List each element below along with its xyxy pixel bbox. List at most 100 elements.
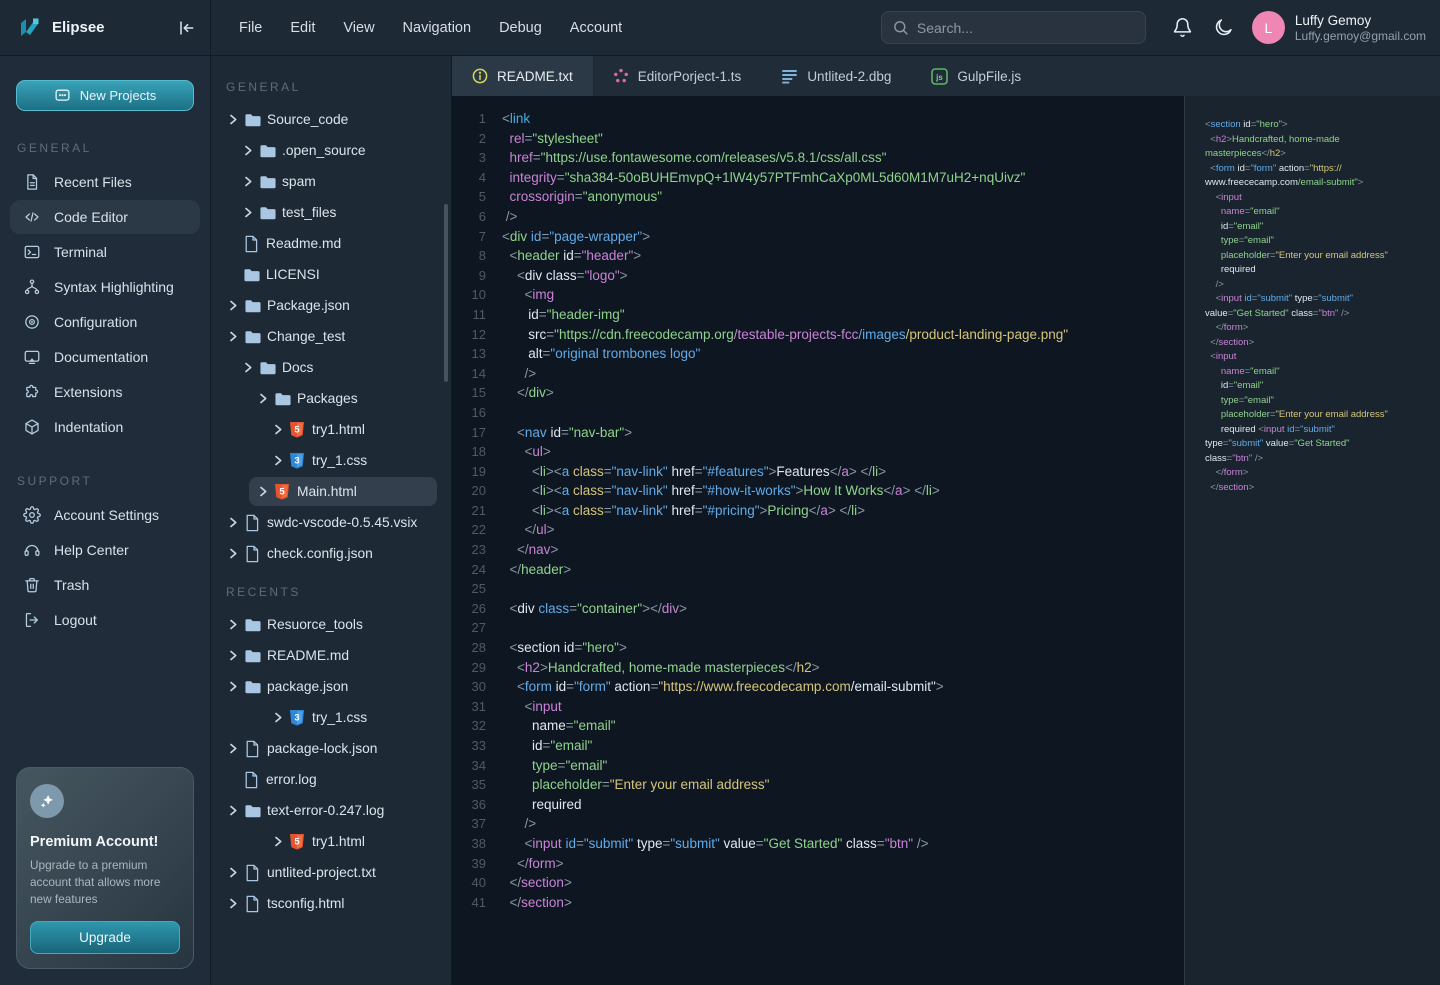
- code-line-content: id="header-img": [502, 305, 625, 325]
- tree-item-tsconfig-html[interactable]: tsconfig.html: [211, 888, 451, 919]
- chevron-right-icon[interactable]: [274, 836, 289, 847]
- code-line: 24 </header>: [452, 560, 1184, 580]
- tree-item-swdc-vscode-0-5-45-vsix[interactable]: swdc-vscode-0.5.45.vsix: [211, 507, 451, 538]
- extensions-icon: [23, 383, 41, 401]
- search-box[interactable]: [881, 11, 1146, 44]
- tree-item-try1-html[interactable]: 5try1.html: [211, 414, 451, 445]
- tab-untlited-2-dbg[interactable]: Untlited-2.dbg: [761, 56, 911, 96]
- tab-readme-txt[interactable]: README.txt: [452, 56, 593, 96]
- sidebar-item-configuration[interactable]: Configuration: [10, 305, 200, 339]
- code-line-content: <section id="hero">: [502, 638, 627, 658]
- chevron-right-icon[interactable]: [229, 743, 244, 754]
- tree-item-source-code[interactable]: Source_code: [211, 104, 451, 135]
- code-editor-pane[interactable]: 1<link2 rel="stylesheet"3 href="https://…: [452, 96, 1184, 985]
- sidebar-item-trash[interactable]: Trash: [10, 568, 200, 602]
- line-number: 16: [452, 403, 486, 423]
- sidebar-item-extensions[interactable]: Extensions: [10, 375, 200, 409]
- sidebar-item-indentation[interactable]: Indentation: [10, 410, 200, 444]
- chevron-right-icon[interactable]: [229, 114, 244, 125]
- chevron-right-icon[interactable]: [229, 619, 244, 630]
- chevron-right-icon[interactable]: [229, 867, 244, 878]
- tree-item-licensi[interactable]: LICENSI: [211, 259, 451, 290]
- menu-item-view[interactable]: View: [343, 20, 374, 36]
- chevron-right-icon[interactable]: [229, 898, 244, 909]
- tree-item-change-test[interactable]: Change_test: [211, 321, 451, 352]
- code-line: 32 name="email": [452, 716, 1184, 736]
- tree-item-package-json[interactable]: Package.json: [211, 290, 451, 321]
- tree-item-resuorce-tools[interactable]: Resuorce_tools: [211, 609, 451, 640]
- tree-item-package-lock-json[interactable]: package-lock.json: [211, 733, 451, 764]
- minimap-line: <form id="form" action="https://: [1205, 162, 1440, 177]
- line-number: 17: [452, 423, 486, 443]
- file-icon: [244, 864, 265, 882]
- code-line-content: />: [502, 207, 517, 227]
- chevron-right-icon[interactable]: [229, 300, 244, 311]
- chevron-right-icon[interactable]: [274, 712, 289, 723]
- menu-item-account[interactable]: Account: [570, 20, 622, 36]
- tree-item-label: Main.html: [297, 484, 357, 499]
- chevron-right-icon[interactable]: [229, 331, 244, 342]
- chevron-right-icon[interactable]: [244, 176, 259, 187]
- chevron-right-icon[interactable]: [274, 424, 289, 435]
- tree-item-test-files[interactable]: test_files: [211, 197, 451, 228]
- chevron-right-icon[interactable]: [229, 681, 244, 692]
- sparkle-icon: [30, 784, 64, 818]
- sidebar-item-terminal[interactable]: Terminal: [10, 235, 200, 269]
- menu-item-file[interactable]: File: [239, 20, 262, 36]
- upgrade-button[interactable]: Upgrade: [30, 921, 180, 954]
- minimap[interactable]: <section id="hero"> <h2>Handcrafted, hom…: [1184, 96, 1440, 985]
- chevron-right-icon[interactable]: [244, 362, 259, 373]
- user-account-chip[interactable]: L Luffy Gemoy Luffy.gemoy@gmail.com: [1252, 11, 1426, 44]
- tree-item-docs[interactable]: Docs: [211, 352, 451, 383]
- tree-item-readme-md[interactable]: Readme.md: [211, 228, 451, 259]
- sidebar-item-recent-files[interactable]: Recent Files: [10, 165, 200, 199]
- new-projects-button[interactable]: New Projects: [16, 80, 194, 111]
- app-logo-icon: [16, 15, 42, 41]
- tree-item-untlited-project-txt[interactable]: untlited-project.txt: [211, 857, 451, 888]
- chevron-right-icon[interactable]: [229, 650, 244, 661]
- sidebar-item-account-settings[interactable]: Account Settings: [10, 498, 200, 532]
- tree-item-try-1-css[interactable]: 3try_1.css: [211, 702, 451, 733]
- search-input[interactable]: [917, 20, 1117, 36]
- sidebar-item-logout[interactable]: Logout: [10, 603, 200, 637]
- tree-item-text-error-0-247-log[interactable]: text-error-0.247.log: [211, 795, 451, 826]
- chevron-right-icon[interactable]: [229, 517, 244, 528]
- menu-item-debug[interactable]: Debug: [499, 20, 542, 36]
- chevron-right-icon[interactable]: [229, 805, 244, 816]
- collapse-sidebar-icon[interactable]: [176, 18, 196, 38]
- tree-item-try-1-css[interactable]: 3try_1.css: [211, 445, 451, 476]
- sidebar-item-help-center[interactable]: Help Center: [10, 533, 200, 567]
- sidebar-item-code-editor[interactable]: Code Editor: [10, 200, 200, 234]
- sidebar-item-syntax-highlighting[interactable]: Syntax Highlighting: [10, 270, 200, 304]
- minimap-line: id="email": [1205, 220, 1440, 235]
- chevron-right-icon[interactable]: [259, 393, 274, 404]
- chevron-right-icon[interactable]: [274, 455, 289, 466]
- chevron-right-icon[interactable]: [229, 548, 244, 559]
- tree-item-error-log[interactable]: error.log: [211, 764, 451, 795]
- code-line-content: <nav id="nav-bar">: [502, 423, 632, 443]
- debug-lines-icon: [781, 68, 798, 84]
- chevron-right-icon[interactable]: [244, 207, 259, 218]
- chevron-right-icon[interactable]: [244, 145, 259, 156]
- tree-item-check-config-json[interactable]: check.config.json: [211, 538, 451, 569]
- tree-item-package-json[interactable]: package.json: [211, 671, 451, 702]
- menu-item-edit[interactable]: Edit: [290, 20, 315, 36]
- tree-item-open-source[interactable]: .open_source: [211, 135, 451, 166]
- code-line-content: </form>: [502, 854, 564, 874]
- sidebar-item-label: Syntax Highlighting: [54, 279, 174, 295]
- sidebar-item-documentation[interactable]: Documentation: [10, 340, 200, 374]
- chevron-right-icon[interactable]: [259, 486, 274, 497]
- tree-item-try1-html[interactable]: 5try1.html: [211, 826, 451, 857]
- tree-item-label: untlited-project.txt: [267, 865, 376, 880]
- tab-gulpfile-js[interactable]: jsGulpFile.js: [911, 56, 1041, 96]
- tab-editorporject-1-ts[interactable]: EditorPorject-1.ts: [593, 56, 762, 96]
- chat-bubble-icon: [54, 87, 71, 104]
- tree-item-packages[interactable]: Packages: [211, 383, 451, 414]
- dark-mode-moon-icon[interactable]: [1213, 17, 1234, 38]
- tree-item-main-html[interactable]: 5Main.html: [211, 476, 451, 507]
- notifications-bell-icon[interactable]: [1172, 17, 1193, 38]
- tree-item-spam[interactable]: spam: [211, 166, 451, 197]
- file-explorer-scrollbar[interactable]: [444, 204, 448, 382]
- menu-item-navigation[interactable]: Navigation: [403, 20, 472, 36]
- tree-item-readme-md[interactable]: README.md: [211, 640, 451, 671]
